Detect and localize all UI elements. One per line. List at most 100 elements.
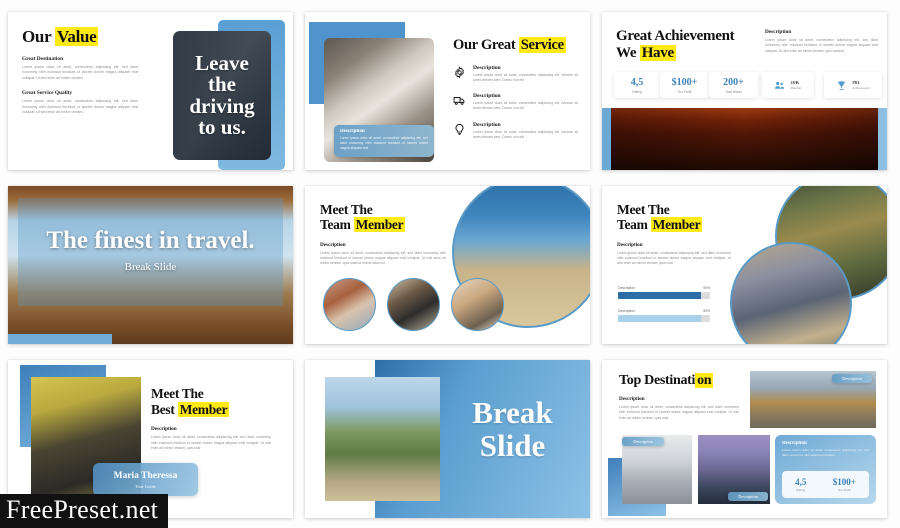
stat-label: Our Profit	[837, 488, 851, 492]
slide-deck-preview-board: Our Value Great Destination Lorem ipsum …	[0, 0, 900, 528]
skill-label: Description	[618, 309, 635, 313]
title-highlight: on	[695, 373, 714, 388]
title-plain: Our	[22, 27, 55, 46]
best-member-text-column: Meet The Best Member Description Lorem i…	[151, 386, 279, 451]
stat-item: 4,5 Rating	[795, 477, 806, 492]
desc-body: Lorem ipsum dolor sit amet, consectetur …	[151, 435, 271, 450]
section-body: Lorem ipsum dolor sit amet, consectetur …	[22, 65, 138, 80]
cathedral-chip: Description	[622, 437, 664, 446]
person-role: Tour Guide	[135, 483, 156, 489]
title-line2-highlight: Member	[650, 217, 703, 233]
member-avatar[interactable]	[451, 278, 504, 331]
stat-card[interactable]: 4,5 Rating	[614, 72, 660, 98]
member-avatar[interactable]	[387, 278, 440, 331]
title-highlight: Value	[54, 27, 99, 46]
stat-value: $100+	[832, 477, 856, 487]
stat-label: Member	[790, 85, 802, 90]
stat-group-icons: 10K Member #01 Achievement	[762, 72, 882, 98]
slide-our-great-service[interactable]: Description Lorem ipsum dolor sit amet, …	[305, 12, 590, 170]
section-body: Lorem ipsum dolor sit amet, consectetur …	[22, 99, 138, 115]
desc-heading: Description	[320, 241, 346, 248]
stat-card[interactable]: $100+ Our Profit	[660, 72, 709, 98]
lightbulb-icon	[453, 122, 466, 141]
card-heading: Description	[782, 441, 807, 446]
service-item: Description Lorem ipsum dolor sit amet, …	[453, 65, 578, 84]
break-headline-block: The finest in travel. Break Slide	[8, 228, 293, 273]
card-body: Lorem ipsum dolor sit amet, consectetur …	[340, 136, 428, 150]
page-title: Meet The Team Member	[617, 202, 735, 233]
stat-value: 4,5	[630, 76, 644, 88]
achievement-description: Description Lorem ipsum dolor sit amet, …	[765, 29, 878, 54]
slide-break-finest-in-travel[interactable]: The finest in travel. Break Slide	[8, 186, 293, 344]
title-highlight: Service	[518, 37, 566, 53]
skill-percent: 90%	[703, 309, 710, 313]
break-headline-line1: Break	[472, 395, 553, 430]
our-value-text-column: Our Value Great Destination Lorem ipsum …	[8, 12, 148, 170]
break-headline-block: Break Slide	[445, 396, 580, 462]
item-heading: Description	[473, 93, 501, 100]
stat-value: 200+	[723, 76, 744, 88]
slide-great-achievement[interactable]: Great Achievement We Have Description Lo…	[602, 12, 887, 170]
skill-bar-fill	[618, 292, 701, 299]
stat-card-achievement[interactable]: #01 Achievement	[824, 72, 882, 98]
skill-label: Description	[618, 286, 635, 290]
cathedral-photo[interactable]: Description	[622, 435, 692, 504]
desc-heading: Description	[151, 426, 177, 433]
stat-card[interactable]: 200+ Total Works	[709, 72, 758, 98]
item-heading: Description	[473, 64, 501, 71]
item-body: Lorem ipsum dolor sit amet, consectetur …	[473, 101, 578, 111]
page-title: Great Achievement We Have	[616, 28, 756, 62]
page-title: Top Destinati on	[619, 373, 747, 388]
team-text-column: Meet The Team Member Description Lorem i…	[320, 202, 452, 267]
value-section-2: Great Service Quality Lorem ipsum dolor …	[22, 90, 138, 115]
desc-heading: Description	[617, 241, 643, 248]
stat-card-member[interactable]: 10K Member	[762, 72, 814, 98]
truck-icon	[453, 93, 466, 112]
stat-group-numbers: 4,5 Rating $100+ Our Profit 200+ Total W…	[614, 72, 758, 98]
title-line2-plain: Team	[617, 217, 651, 233]
person-name-card: Maria Theressa Tour Guide	[93, 463, 198, 496]
temple-chip: Description	[832, 374, 872, 383]
trophy-icon	[836, 80, 847, 91]
slide-meet-team-member-b[interactable]: Meet The Team Member Description Lorem i…	[602, 186, 887, 344]
desc-heading: Description	[619, 396, 645, 402]
stat-label: Achievement	[852, 85, 870, 90]
slide-break[interactable]: Break Slide	[305, 360, 590, 518]
skill-bar-group: Description 90% Description 90%	[618, 286, 710, 322]
item-body: Lorem ipsum dolor sit amet, consectetur …	[473, 129, 578, 139]
desc-heading: Description	[765, 29, 792, 35]
page-title: Meet The Best Member	[151, 386, 279, 417]
title-plain: Top Destinati	[619, 373, 696, 388]
city-canal-photo	[611, 108, 878, 170]
card-body: Lorem ipsum dolor sit amet, consectetur …	[782, 448, 869, 457]
title-line1: Meet The	[617, 202, 670, 217]
desc-body: Lorem ipsum dolor sit amet, consectetur …	[320, 250, 446, 266]
chip-label: Description	[738, 494, 758, 499]
bridge-photo[interactable]: Description	[698, 435, 770, 504]
destination-text-column: Top Destinati on Description Lorem ipsum …	[619, 373, 747, 421]
title-line1: Meet The	[151, 386, 204, 401]
section-heading: Great Service Quality	[22, 90, 73, 97]
stat-label: Rating	[796, 488, 806, 492]
desc-body: Lorem ipsum dolor sit amet, consectetur …	[617, 250, 731, 266]
skill-bar: Description 90%	[618, 286, 710, 299]
member-avatar[interactable]	[323, 278, 376, 331]
bus-photo: Leave the driving to us.	[173, 31, 271, 160]
title-line2-highlight: Have	[639, 44, 676, 61]
members-icon	[774, 80, 785, 91]
destination-stats-inner: 4,5 Rating $100+ Our Profit	[782, 471, 869, 498]
stat-label: Our Profit	[677, 89, 692, 94]
chip-label: Description	[842, 376, 862, 381]
slide-meet-team-member-a[interactable]: Meet The Team Member Description Lorem i…	[305, 186, 590, 344]
stat-value: 4,5	[795, 477, 807, 487]
slide-our-value[interactable]: Our Value Great Destination Lorem ipsum …	[8, 12, 293, 170]
page-title: Meet The Team Member	[320, 202, 452, 233]
temple-photo[interactable]: Description	[750, 371, 876, 428]
skill-bar-track	[618, 315, 710, 322]
bottom-blue-bar	[8, 334, 112, 344]
title-line2-plain: Best	[151, 401, 178, 417]
stat-item: $100+ Our Profit	[833, 477, 856, 492]
value-section-1: Great Destination Lorem ipsum dolor sit …	[22, 56, 138, 81]
slide-top-destination[interactable]: Top Destinati on Description Lorem ipsum …	[602, 360, 887, 518]
title-line2-highlight: Member	[353, 217, 406, 233]
